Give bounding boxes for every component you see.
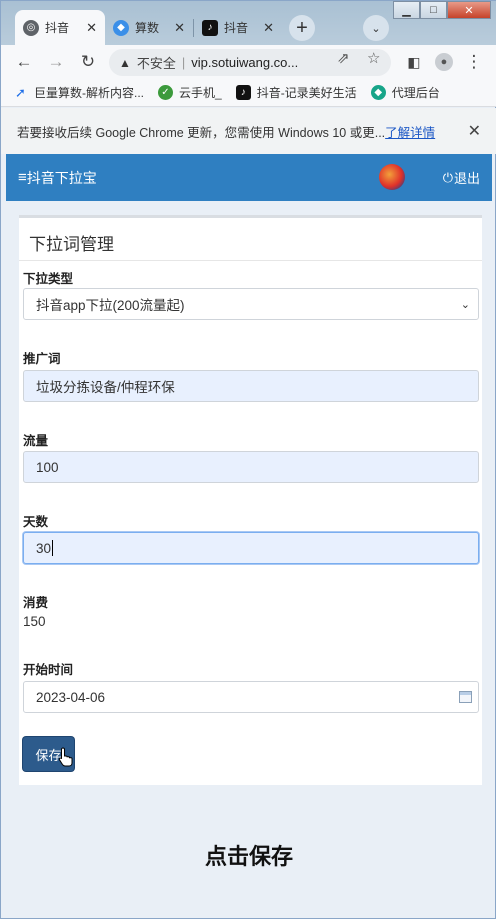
traffic-input-value: 100 [36, 459, 59, 475]
hamburger-icon: ≡ [18, 169, 27, 186]
globe-icon: ◎ [23, 19, 39, 36]
reload-icon[interactable]: ↻ [77, 51, 99, 73]
brand-title: 抖音下拉宝 [26, 169, 97, 186]
tab-suanshu[interactable]: ◆ 算数 ✕ [105, 10, 193, 45]
days-label: 天数 [23, 515, 49, 529]
window-close-icon[interactable]: ✕ [447, 1, 491, 19]
tab-douyin[interactable]: ♪ 抖音 ✕ [194, 10, 282, 45]
tab-title: 算数 [135, 21, 160, 35]
logout-button[interactable]: ⏻ 退出 [443, 168, 480, 187]
bookmark-douyin[interactable]: ♪ 抖音-记录美好生活 [235, 84, 357, 101]
logout-label: 退出 [453, 171, 480, 186]
keyword-form-panel: 下拉词管理 下拉类型 抖音app下拉(200流量起) ⌄ 推广词 垃圾分拣设备/… [19, 215, 482, 785]
back-arrow-icon[interactable]: ← [13, 51, 35, 73]
text-caret [52, 540, 54, 556]
start-time-label: 开始时间 [23, 663, 74, 677]
close-tab-icon[interactable]: ✕ [80, 20, 97, 36]
bookmark-label: 云手机_ [179, 86, 222, 100]
warning-icon: ▲ [119, 55, 131, 70]
site-navbar: ≡ 抖音下拉宝 ⏻ 退出 [6, 154, 492, 201]
update-infobar: 若要接收后续 Google Chrome 更新，您需使用 Windows 10 … [1, 108, 496, 154]
keyword-input-value: 垃圾分拣设备/仲程环保 [36, 380, 175, 395]
calendar-icon[interactable] [459, 691, 472, 703]
menu-kebab-icon[interactable]: ⋮ [463, 51, 485, 73]
tiktok-icon: ♪ [202, 19, 218, 36]
browser-toolbar: ← → ↻ ▲ 不安全 | vip.sotuiwang.co... ⇗ ☆ ◧ … [1, 45, 496, 79]
traffic-input[interactable]: 100 [23, 451, 479, 483]
minimize-icon[interactable]: ▁ [393, 1, 420, 19]
tiktok-icon: ♪ [235, 85, 251, 100]
brand-link[interactable]: ≡ 抖音下拉宝 [18, 168, 97, 188]
keyword-label: 推广词 [23, 352, 61, 366]
bookmark-cloudphone[interactable]: ✓ 云手机_ [158, 84, 222, 101]
type-select-value: 抖音app下拉(200流量起) [36, 298, 185, 313]
leaf-icon: ✓ [158, 85, 173, 100]
url-text: vip.sotuiwang.co... [191, 55, 299, 70]
start-date-input[interactable]: 2023-04-06 [23, 681, 479, 713]
bookmark-label: 抖音-记录美好生活 [256, 86, 357, 100]
type-select[interactable]: 抖音app下拉(200流量起) ⌄ [23, 288, 479, 320]
days-input-value: 30 [36, 540, 52, 556]
tab-strip: ◎ 抖音 ✕ ◆ 算数 ✕ ♪ 抖音 ✕ + ⌄ ▁ □ ✕ [1, 1, 496, 45]
divider [19, 260, 482, 261]
hand-cursor-icon [58, 747, 73, 767]
keyword-input[interactable]: 垃圾分拣设备/仲程环保 [23, 370, 479, 402]
start-date-value: 2023-04-06 [36, 689, 106, 705]
security-label: 不安全 [136, 56, 176, 71]
close-tab-icon[interactable]: ✕ [168, 20, 185, 36]
tab-title: 抖音 [224, 21, 249, 35]
tab-search-button[interactable]: ⌄ [363, 15, 389, 41]
juliang-icon: ➚ [15, 84, 26, 100]
address-divider: | [181, 55, 186, 70]
site-logo [379, 164, 405, 190]
days-input[interactable]: 30 [23, 532, 479, 564]
maximize-icon[interactable]: □ [420, 1, 447, 19]
bookmark-label: 代理后台 [391, 86, 440, 100]
power-icon: ⏻ [442, 169, 453, 185]
agent-icon: ◆ [370, 85, 386, 100]
forward-arrow-icon[interactable]: → [45, 51, 67, 73]
share-icon[interactable]: ⇗ [337, 49, 350, 67]
bookmarks-bar: ➚ 巨量算数-解析内容... ✓ 云手机_ ♪ 抖音-记录美好生活 ◆ 代理后台 [1, 79, 496, 107]
cost-label: 消费 [23, 596, 49, 610]
cost-value: 150 [23, 614, 46, 629]
caption-text: 点击保存 [204, 844, 293, 869]
bookmark-juliang[interactable]: ➚ 巨量算数-解析内容... [13, 84, 144, 101]
sidepanel-icon[interactable]: ◧ [403, 51, 425, 73]
tab-title: 抖音 [45, 21, 70, 35]
tab-douyin-active[interactable]: ◎ 抖音 ✕ [15, 10, 105, 45]
chevron-down-icon: ⌄ [460, 299, 470, 311]
profile-icon[interactable]: ● [433, 51, 455, 73]
browser-window: ◎ 抖音 ✕ ◆ 算数 ✕ ♪ 抖音 ✕ + ⌄ ▁ □ ✕ ← → ↻ ▲ 不… [0, 0, 496, 919]
suanshu-icon: ◆ [113, 19, 129, 36]
new-tab-button[interactable]: + [289, 15, 315, 41]
infobar-text: 若要接收后续 Google Chrome 更新，您需使用 Windows 10 … [17, 125, 386, 140]
learn-more-link[interactable]: 了解详情 [385, 122, 435, 141]
bookmark-agent[interactable]: ◆ 代理后台 [370, 84, 440, 101]
bookmark-label: 巨量算数-解析内容... [34, 86, 144, 100]
page-title: 下拉词管理 [29, 235, 114, 254]
star-icon[interactable]: ☆ [367, 49, 380, 67]
close-infobar-icon[interactable]: ✕ [468, 121, 481, 141]
traffic-label: 流量 [23, 434, 49, 448]
close-tab-icon[interactable]: ✕ [257, 20, 274, 36]
type-label: 下拉类型 [23, 272, 74, 286]
window-controls: ▁ □ ✕ [393, 1, 491, 19]
